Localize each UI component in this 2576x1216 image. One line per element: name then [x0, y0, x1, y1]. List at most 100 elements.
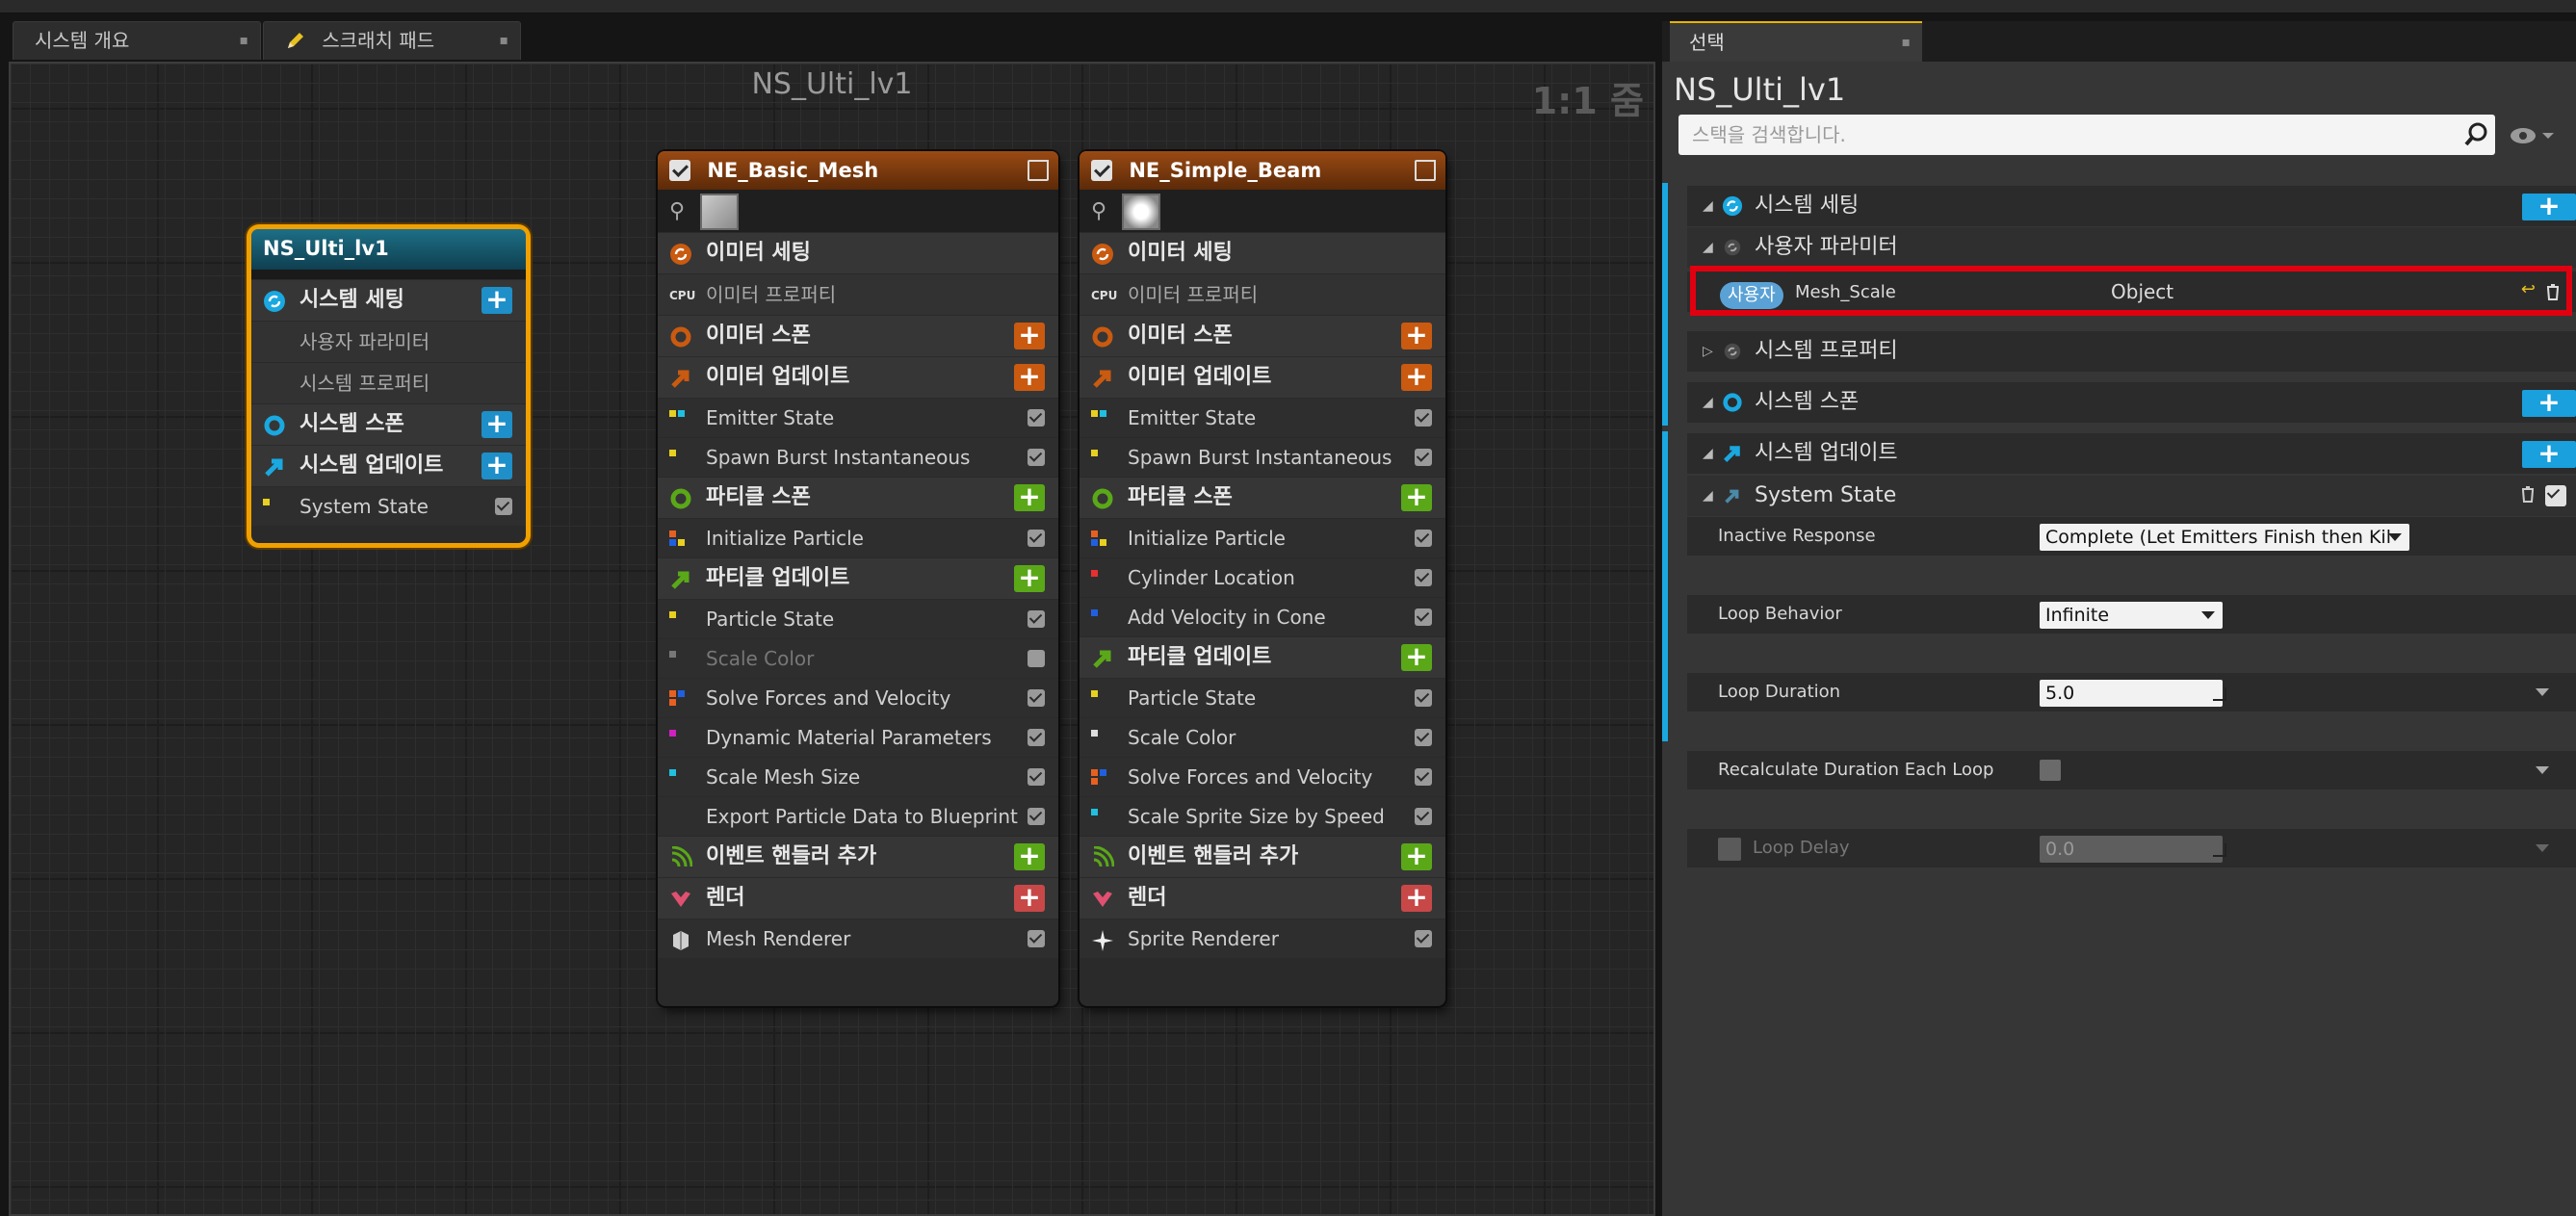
panel-system-spawn[interactable]: ◢ 시스템 스폰 + — [1687, 382, 2576, 423]
add-module-button[interactable]: + — [1401, 363, 1432, 391]
emitter-properties-item[interactable]: CPU 이미터 프로퍼티 — [658, 274, 1058, 315]
module-emitter-state[interactable]: Emitter State — [1080, 399, 1445, 437]
collapse-triangle-icon[interactable]: ◢ — [1703, 186, 1713, 226]
module-enable-checkbox[interactable] — [1028, 409, 1045, 427]
system-spawn-stage[interactable]: 시스템 스폰 + — [251, 404, 526, 445]
emitter-update-stage[interactable]: 이미터 업데이트 + — [658, 357, 1058, 398]
add-module-button[interactable]: + — [481, 286, 512, 314]
module-emitter-state[interactable]: Emitter State — [658, 399, 1058, 437]
event-handler-stage[interactable]: 이벤트 핸들러 추가 + — [1080, 837, 1445, 877]
add-module-button[interactable]: + — [1014, 564, 1045, 592]
module-spawn-burst[interactable]: Spawn Burst Instantaneous — [1080, 438, 1445, 477]
eye-visibility-icon[interactable] — [2510, 125, 2554, 146]
module-spawn-burst[interactable]: Spawn Burst Instantaneous — [658, 438, 1058, 477]
chevron-down-icon[interactable] — [2536, 844, 2549, 859]
loop-duration-input[interactable]: 5.0 — [2040, 680, 2223, 707]
loop-behavior-dropdown[interactable]: Infinite — [2040, 602, 2223, 629]
module-initialize-particle[interactable]: Initialize Particle — [658, 519, 1058, 557]
add-module-button[interactable]: + — [2522, 389, 2576, 417]
module-enable-checkbox[interactable] — [1415, 808, 1432, 825]
chevron-down-icon[interactable] — [2536, 766, 2549, 781]
emitter-spawn-stage[interactable]: 이미터 스폰 + — [658, 316, 1058, 356]
emitter-enable-checkbox[interactable] — [669, 160, 690, 181]
panel-user-parameters[interactable]: ◢ 사용자 파라미터 — [1687, 227, 2576, 268]
module-enable-checkbox[interactable] — [1415, 729, 1432, 746]
module-sprite-renderer[interactable]: Sprite Renderer — [1080, 919, 1445, 958]
tab-close-icon[interactable]: ▪ — [240, 22, 249, 59]
module-mesh-renderer[interactable]: Mesh Renderer — [658, 919, 1058, 958]
panel-system-settings[interactable]: ◢ 시스템 세팅 + — [1687, 186, 2576, 226]
loop-delay-enable-checkbox[interactable] — [1718, 838, 1741, 861]
panel-system-update[interactable]: ◢ 시스템 업데이트 + — [1687, 433, 2576, 474]
particle-spawn-stage[interactable]: 파티클 스폰 + — [1080, 478, 1445, 518]
module-cylinder-location[interactable]: Cylinder Location — [1080, 558, 1445, 597]
emitter-settings-stage[interactable]: 이미터 세팅 — [658, 233, 1058, 273]
module-export-particle-data[interactable]: Export Particle Data to Blueprint — [658, 797, 1058, 836]
system-state-module[interactable]: System State — [251, 487, 526, 526]
add-module-button[interactable]: + — [1401, 643, 1432, 671]
loop-delay-input[interactable]: 0.0 — [2040, 836, 2223, 863]
add-event-handler-button[interactable]: + — [1401, 842, 1432, 870]
module-dynamic-material[interactable]: Dynamic Material Parameters — [658, 718, 1058, 757]
render-stage[interactable]: 렌더 + — [1080, 878, 1445, 918]
module-enable-checkbox[interactable] — [495, 498, 512, 515]
tab-system-overview[interactable]: 시스템 개요 ▪ — [13, 21, 261, 60]
particle-spawn-stage[interactable]: 파티클 스폰 + — [658, 478, 1058, 518]
add-renderer-button[interactable]: + — [1014, 884, 1045, 912]
search-icon[interactable] — [2464, 121, 2489, 146]
module-particle-state[interactable]: Particle State — [1080, 679, 1445, 717]
event-handler-stage[interactable]: 이벤트 핸들러 추가 + — [658, 837, 1058, 877]
user-parameters-item[interactable]: 사용자 파라미터 — [251, 322, 526, 362]
module-enable-checkbox[interactable] — [1028, 610, 1045, 628]
collapse-triangle-icon[interactable]: ◢ — [1703, 476, 1713, 516]
add-module-button[interactable]: + — [1401, 322, 1432, 349]
emitter-update-stage[interactable]: 이미터 업데이트 + — [1080, 357, 1445, 398]
module-scale-color[interactable]: Scale Color — [1080, 718, 1445, 757]
module-enable-checkbox[interactable] — [2545, 485, 2566, 506]
system-node[interactable]: NS_Ulti_lv1 시스템 세팅 + 사용자 파라미터 시스템 프로퍼티 시… — [251, 229, 526, 543]
system-properties-item[interactable]: 시스템 프로퍼티 — [251, 363, 526, 403]
module-solve-forces[interactable]: Solve Forces and Velocity — [1080, 758, 1445, 796]
collapse-triangle-icon[interactable]: ◢ — [1703, 433, 1713, 474]
chevron-down-icon[interactable] — [2536, 688, 2549, 703]
particle-update-stage[interactable]: 파티클 업데이트 + — [1080, 637, 1445, 678]
panel-system-properties[interactable]: ▷ 시스템 프로퍼티 — [1687, 331, 2576, 372]
module-enable-checkbox[interactable] — [1028, 729, 1045, 746]
tab-close-icon[interactable]: ▪ — [500, 22, 509, 59]
drag-value-icon[interactable] — [2213, 687, 2226, 701]
particle-update-stage[interactable]: 파티클 업데이트 + — [658, 558, 1058, 599]
tab-close-icon[interactable]: ▪ — [1902, 23, 1912, 62]
emitter-settings-stage[interactable]: 이미터 세팅 — [1080, 233, 1445, 273]
stack-search-input[interactable]: 스택을 검색합니다. — [1678, 115, 2495, 155]
module-enable-checkbox[interactable] — [1028, 930, 1045, 947]
recalculate-duration-checkbox[interactable] — [2040, 760, 2061, 781]
module-add-velocity-cone[interactable]: Add Velocity in Cone — [1080, 598, 1445, 636]
module-scale-sprite-size[interactable]: Scale Sprite Size by Speed — [1080, 797, 1445, 836]
add-module-button[interactable]: + — [1014, 322, 1045, 349]
tab-scratch-pad[interactable]: 스크래치 패드 ▪ — [263, 21, 521, 60]
add-module-button[interactable]: + — [1014, 483, 1045, 511]
collapse-triangle-icon[interactable]: ◢ — [1703, 382, 1713, 423]
open-external-icon[interactable] — [1415, 160, 1436, 181]
module-enable-checkbox[interactable] — [1028, 530, 1045, 547]
add-module-button[interactable]: + — [1401, 483, 1432, 511]
module-enable-checkbox[interactable] — [1028, 808, 1045, 825]
emitter-properties-item[interactable]: CPU 이미터 프로퍼티 — [1080, 274, 1445, 315]
system-settings-stage[interactable]: 시스템 세팅 + — [251, 280, 526, 321]
emitter-spawn-stage[interactable]: 이미터 스폰 + — [1080, 316, 1445, 356]
add-module-button[interactable]: + — [481, 410, 512, 438]
emitter-thumbnail[interactable] — [700, 194, 739, 230]
emitter-thumbnail[interactable] — [1122, 194, 1160, 230]
add-module-button[interactable]: + — [481, 452, 512, 479]
drag-value-icon[interactable] — [2213, 843, 2226, 857]
module-enable-checkbox[interactable] — [1415, 768, 1432, 786]
emitter-node-simple-beam[interactable]: NE_Simple_Beam ⚲ 이미터 세팅 CPU 이미터 프로퍼티 이미터… — [1080, 151, 1445, 1006]
tab-selection[interactable]: 선택 ▪ — [1670, 21, 1922, 62]
module-enable-checkbox[interactable] — [1028, 650, 1045, 667]
module-scale-color-disabled[interactable]: Scale Color — [658, 639, 1058, 678]
module-enable-checkbox[interactable] — [1415, 449, 1432, 466]
emitter-header[interactable]: NE_Simple_Beam — [1080, 151, 1445, 190]
inactive-response-dropdown[interactable]: Complete (Let Emitters Finish then Kil — [2040, 524, 2409, 551]
system-update-stage[interactable]: 시스템 업데이트 + — [251, 446, 526, 486]
module-enable-checkbox[interactable] — [1028, 768, 1045, 786]
